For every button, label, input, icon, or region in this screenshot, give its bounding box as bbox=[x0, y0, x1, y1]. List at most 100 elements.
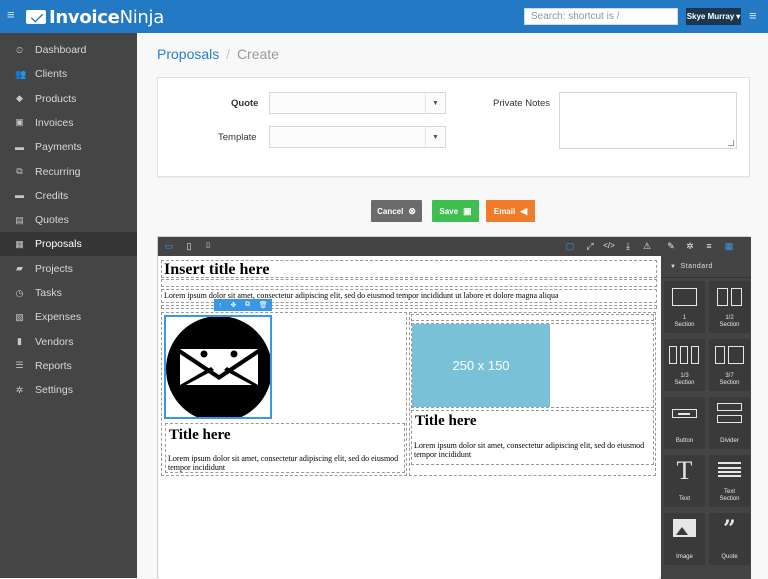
quote-label: Quote bbox=[231, 98, 259, 109]
editor-canvas[interactable]: Insert title here Lorem ipsum dolor sit … bbox=[159, 258, 659, 579]
sidebar-item-reports[interactable]: ☰ Reports bbox=[0, 354, 137, 378]
fullscreen-icon[interactable]: ⤢ bbox=[584, 240, 596, 252]
column-right-text-block[interactable]: Title here Lorem ipsum dolor sit amet, c… bbox=[411, 410, 654, 465]
sidebar-item-recurring[interactable]: ⧉ Recurring bbox=[0, 160, 137, 184]
column-right-title: Title here bbox=[415, 413, 477, 429]
column-left-text-block[interactable]: Title here Lorem ipsum dolor sit amet, c… bbox=[165, 423, 405, 473]
desktop-view-icon[interactable]: ▭ bbox=[163, 240, 175, 252]
trash-icon[interactable]: 🗑 bbox=[259, 301, 268, 309]
sidebar-item-projects[interactable]: ▰ Projects bbox=[0, 257, 137, 281]
quote-select[interactable]: ▼ bbox=[269, 92, 446, 114]
block-quote[interactable]: ” Quote bbox=[709, 513, 750, 565]
brand-logo[interactable]: Invoice Ninja bbox=[26, 6, 164, 28]
email-button[interactable]: Email ◀ bbox=[486, 200, 535, 222]
chevron-down-icon: ▼ bbox=[425, 93, 445, 113]
sidebar-item-invoices[interactable]: ▣ Invoices bbox=[0, 111, 137, 135]
files-icon: ⧉ bbox=[16, 166, 23, 176]
sidebar-item-label: Settings bbox=[35, 384, 73, 397]
download-icon[interactable]: ⤓ bbox=[622, 240, 634, 252]
tablet-view-icon[interactable]: ▯ bbox=[183, 240, 195, 252]
breadcrumb-proposals-link[interactable]: Proposals bbox=[157, 46, 219, 62]
title-block[interactable]: Insert title here bbox=[161, 260, 657, 278]
clone-icon[interactable]: ⧉ bbox=[245, 301, 250, 309]
right-sidebar-toggle-icon[interactable]: ≡ bbox=[749, 9, 757, 22]
sidebar-item-products[interactable]: ◆ Products bbox=[0, 87, 137, 111]
sw-visibility-icon[interactable]: ▢ bbox=[564, 240, 576, 252]
blocks-panel: ▼ Standard 1 Section 1/2 Section 1/3 Secti… bbox=[661, 256, 751, 579]
ninja-envelope-icon bbox=[166, 316, 272, 422]
sidebar-item-label: Expenses bbox=[35, 311, 82, 324]
two-section-icon bbox=[709, 281, 750, 313]
credit-card-icon: ▬ bbox=[15, 190, 24, 201]
floppy-disk-icon: ▣ bbox=[463, 205, 472, 216]
editor-toolbar: ▭ ▯ ▯ ▢ ⤢ </> ⤓ ⚠ ✎ ✲ ≡ ▦ bbox=[158, 237, 751, 256]
email-label: Email bbox=[493, 206, 516, 216]
search-input[interactable]: Search: shortcut is / bbox=[524, 8, 678, 25]
sidebar-item-proposals[interactable]: ▦ Proposals bbox=[0, 232, 137, 257]
block-label: Divider bbox=[720, 438, 739, 444]
cog-icon: ✲ bbox=[15, 384, 24, 395]
sidebar-item-vendors[interactable]: ▮ Vendors bbox=[0, 330, 137, 354]
mobile-view-icon[interactable]: ▯ bbox=[202, 240, 214, 252]
image-block[interactable]: 250 x 150 bbox=[411, 323, 654, 408]
sidebar-item-tasks[interactable]: ◷ Tasks bbox=[0, 281, 137, 305]
blocks-icon[interactable]: ▦ bbox=[723, 240, 735, 252]
sidebar-item-label: Payments bbox=[35, 141, 82, 154]
block-label: Image bbox=[676, 554, 693, 560]
move-icon[interactable]: ✥ bbox=[231, 301, 237, 309]
private-notes-textarea[interactable] bbox=[559, 92, 737, 149]
sidebar-item-label: Invoices bbox=[35, 116, 74, 129]
warning-icon[interactable]: ⚠ bbox=[641, 240, 653, 252]
sidebar-item-credits[interactable]: ▬ Credits bbox=[0, 184, 137, 208]
user-menu-button[interactable]: Skye Murray ▾ bbox=[686, 8, 741, 25]
layers-icon[interactable]: ≡ bbox=[703, 240, 715, 252]
main-content: Proposals / Create Quote ▼ Template ▼ Pr… bbox=[137, 33, 768, 579]
sidebar-item-dashboard[interactable]: ⏲ Dashboard bbox=[0, 38, 137, 62]
paper-plane-icon: ◀ bbox=[520, 205, 528, 216]
text-icon: T bbox=[676, 456, 693, 485]
block-three-section[interactable]: 1/3 Section bbox=[664, 339, 705, 391]
blocks-category-header[interactable]: ▼ Standard bbox=[661, 256, 751, 278]
template-select[interactable]: ▼ bbox=[269, 126, 446, 148]
block-image[interactable]: Image bbox=[664, 513, 705, 565]
arrow-up-icon[interactable]: ↑ bbox=[218, 302, 222, 309]
paint-brush-icon[interactable]: ✎ bbox=[665, 240, 677, 252]
cancel-button[interactable]: Cancel ⊗ bbox=[371, 200, 422, 222]
hamburger-icon[interactable]: ≡ bbox=[7, 8, 17, 22]
save-button[interactable]: Save ▣ bbox=[432, 200, 479, 222]
user-name: Skye Murray bbox=[686, 12, 735, 21]
block-one-section[interactable]: 1 Section bbox=[664, 281, 705, 333]
sidebar-item-settings[interactable]: ✲ Settings bbox=[0, 378, 137, 402]
sidebar-item-clients[interactable]: 👥 Clients bbox=[0, 62, 137, 86]
proposal-form-card: Quote ▼ Template ▼ Private Notes bbox=[157, 77, 750, 177]
block-two-section[interactable]: 1/2 Section bbox=[709, 281, 750, 333]
button-block-icon bbox=[664, 397, 705, 429]
column-left-paragraph: Lorem ipsum dolor sit amet, consectetur … bbox=[168, 454, 399, 472]
code-icon[interactable]: </> bbox=[603, 240, 615, 252]
credit-card-icon: ▬ bbox=[15, 141, 24, 152]
cube-icon: ◆ bbox=[16, 93, 23, 104]
brand-name-light: Ninja bbox=[119, 6, 165, 28]
sidebar-item-payments[interactable]: ▬ Payments bbox=[0, 135, 137, 159]
block-text[interactable]: T Text bbox=[664, 455, 705, 507]
blocks-category-label: Standard bbox=[680, 263, 713, 270]
selected-image[interactable] bbox=[164, 315, 272, 422]
grapesjs-editor: ▭ ▯ ▯ ▢ ⤢ </> ⤓ ⚠ ✎ ✲ ≡ ▦ Insert title h… bbox=[157, 236, 751, 579]
column-right[interactable]: 250 x 150 Title here Lorem ipsum dolor s… bbox=[409, 312, 656, 476]
sidebar-item-expenses[interactable]: ▧ Expenses bbox=[0, 305, 137, 329]
column-left[interactable]: ↑ ✥ ⧉ 🗑 Title here Lorem ipsum dolor sit… bbox=[161, 299, 407, 476]
th-list-icon: ☰ bbox=[15, 360, 24, 371]
insert-title-text: Insert title here bbox=[164, 261, 270, 278]
column-left-title: Title here bbox=[169, 427, 231, 443]
block-label: Button bbox=[675, 438, 694, 444]
chevron-down-icon: ▾ bbox=[736, 12, 741, 21]
sidebar-item-quotes[interactable]: ▤ Quotes bbox=[0, 208, 137, 232]
block-divider[interactable]: Divider bbox=[709, 397, 750, 449]
block-text-section[interactable]: Text Section bbox=[709, 455, 750, 507]
component-toolbar: ↑ ✥ ⧉ 🗑 bbox=[214, 299, 272, 311]
sidebar-item-label: Vendors bbox=[35, 335, 74, 348]
cog-icon[interactable]: ✲ bbox=[684, 240, 696, 252]
caret-down-icon: ▼ bbox=[670, 263, 677, 270]
block-three-seven-section[interactable]: 3/7 Section bbox=[709, 339, 750, 391]
block-button-block[interactable]: Button bbox=[664, 397, 705, 449]
